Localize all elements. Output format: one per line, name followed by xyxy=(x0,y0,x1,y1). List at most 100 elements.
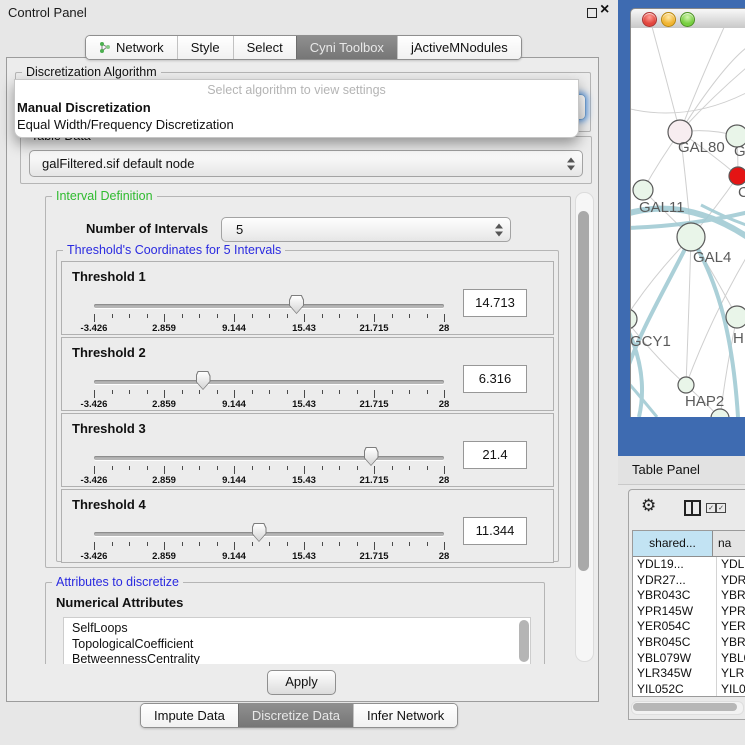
threshold-label: Threshold 3 xyxy=(72,421,146,436)
cell-shared-name[interactable]: YBL079W xyxy=(633,651,717,667)
tick-label: 9.144 xyxy=(222,475,246,486)
attributes-group: Attributes to discretize Numerical Attri… xyxy=(45,582,545,664)
tick-label: 28 xyxy=(439,475,450,486)
table-row[interactable]: YIL052CYIL0 xyxy=(633,682,745,697)
close-icon[interactable]: × xyxy=(600,1,609,19)
cell-name[interactable]: YER0 xyxy=(717,619,745,635)
threshold-value-field[interactable]: 14.713 xyxy=(463,289,527,317)
network-desktop: GAL80 GA GAL11 C GAL4 GCY1 H HAP2 xyxy=(618,0,745,456)
network-window[interactable]: GAL80 GA GAL11 C GAL4 GCY1 H HAP2 xyxy=(630,8,745,417)
table-row[interactable]: YER054CYER0 xyxy=(633,619,745,635)
horizontal-scrollbar[interactable] xyxy=(631,701,744,715)
close-traffic-light-icon[interactable] xyxy=(642,12,657,27)
cell-name[interactable]: YPR1 xyxy=(717,604,745,620)
table-row[interactable]: YDR27...YDR2 xyxy=(633,573,745,589)
cell-shared-name[interactable]: YBR043C xyxy=(633,588,717,604)
vertical-scrollbar[interactable] xyxy=(575,192,594,662)
table-row[interactable]: YLR345WYLR3 xyxy=(633,666,745,682)
tick-label: 2.859 xyxy=(152,399,176,410)
cell-shared-name[interactable]: YDR27... xyxy=(633,573,717,589)
checkbox-icon[interactable]: ✓ xyxy=(716,503,726,513)
attribute-list-item[interactable]: SelfLoops xyxy=(64,621,530,637)
slider-thumb[interactable] xyxy=(196,371,211,390)
cell-name[interactable]: YLR3 xyxy=(717,666,745,682)
cell-shared-name[interactable]: YLR345W xyxy=(633,666,717,682)
threshold-slider[interactable]: -3.4262.8599.14415.4321.71528 xyxy=(94,454,444,486)
tab-impute-data[interactable]: Impute Data xyxy=(141,704,238,727)
slider-track[interactable] xyxy=(94,380,444,384)
vertical-scrollbar-thumb[interactable] xyxy=(578,211,589,571)
table-row[interactable]: YDL19...YDL1 xyxy=(633,557,745,573)
slider-ticks xyxy=(94,390,444,399)
threshold-value-field[interactable]: 21.4 xyxy=(463,441,527,469)
cell-shared-name[interactable]: YBR045C xyxy=(633,635,717,651)
tab-jactivemnodules[interactable]: jActiveMNodules xyxy=(397,36,521,59)
tick-label: -3.426 xyxy=(81,551,108,562)
tab-cyni-toolbox[interactable]: Cyni Toolbox xyxy=(296,36,397,59)
gear-icon[interactable]: ⚙ xyxy=(641,496,656,516)
slider-thumb[interactable] xyxy=(289,295,304,314)
tick-label: -3.426 xyxy=(81,475,108,486)
table-row[interactable]: YPR145WYPR1 xyxy=(633,604,745,620)
number-of-intervals-combobox[interactable]: 5 xyxy=(221,217,511,242)
horizontal-scrollbar-thumb[interactable] xyxy=(633,703,737,711)
tab-select[interactable]: Select xyxy=(233,36,296,59)
cell-name[interactable]: YDL1 xyxy=(717,557,745,573)
checkbox-icon[interactable]: ✓ xyxy=(706,503,716,513)
algorithm-option-manual[interactable]: Manual Discretization xyxy=(17,100,578,115)
tick-label: 9.144 xyxy=(222,399,246,410)
threshold-value-field[interactable]: 6.316 xyxy=(463,365,527,393)
node-gcy1 xyxy=(631,309,637,329)
threshold-panel: Threshold 1 -3.4262.8599.14415.4321.7152… xyxy=(61,261,554,335)
cell-name[interactable]: YDR2 xyxy=(717,573,745,589)
algorithm-option-equal-width[interactable]: Equal Width/Frequency Discretization xyxy=(17,117,578,132)
attribute-list-item[interactable]: BetweennessCentrality xyxy=(64,652,530,664)
apply-button[interactable]: Apply xyxy=(267,670,336,695)
slider-track[interactable] xyxy=(94,304,444,308)
cell-shared-name[interactable]: YPR145W xyxy=(633,604,717,620)
threshold-slider[interactable]: -3.4262.8599.14415.4321.71528 xyxy=(94,378,444,410)
node-label-hap2: HAP2 xyxy=(685,393,724,410)
settings-scroll-viewport: Interval Definition Number of Intervals … xyxy=(12,190,594,664)
table-data-combobox[interactable]: galFiltered.sif default node xyxy=(29,150,583,177)
table-row[interactable]: YBR043CYBR0 xyxy=(633,588,745,604)
cell-shared-name[interactable]: YER054C xyxy=(633,619,717,635)
list-scrollbar-thumb[interactable] xyxy=(519,620,529,662)
column-header-name[interactable]: na xyxy=(713,531,745,556)
tab-discretize-data[interactable]: Discretize Data xyxy=(238,704,353,727)
threshold-slider[interactable]: -3.4262.8599.14415.4321.71528 xyxy=(94,302,444,334)
cell-shared-name[interactable]: YIL052C xyxy=(633,682,717,697)
slider-thumb[interactable] xyxy=(252,523,267,542)
columns-icon[interactable] xyxy=(684,500,701,516)
slider-thumb[interactable] xyxy=(364,447,379,466)
cell-shared-name[interactable]: YDL19... xyxy=(633,557,717,573)
threshold-slider[interactable]: -3.4262.8599.14415.4321.71528 xyxy=(94,530,444,562)
cell-name[interactable]: YBR0 xyxy=(717,588,745,604)
threshold-value-field[interactable]: 11.344 xyxy=(463,517,527,545)
table-row[interactable]: YBL079WYBL0 xyxy=(633,651,745,667)
column-header-shared-name[interactable]: shared... xyxy=(633,531,713,556)
network-graph: GAL80 GA GAL11 C GAL4 GCY1 H HAP2 xyxy=(631,28,745,417)
slider-track[interactable] xyxy=(94,456,444,460)
attribute-list-item[interactable]: TopologicalCoefficient xyxy=(64,637,530,653)
node-attribute-table: shared... na YDL19...YDL1YDR27...YDR2YBR… xyxy=(632,530,745,697)
network-window-titlebar[interactable] xyxy=(630,8,745,30)
tab-network[interactable]: Network xyxy=(86,36,177,59)
cell-name[interactable]: YIL0 xyxy=(717,682,745,697)
tab-style[interactable]: Style xyxy=(177,36,233,59)
network-canvas[interactable]: GAL80 GA GAL11 C GAL4 GCY1 H HAP2 xyxy=(630,28,745,417)
slider-ticks xyxy=(94,314,444,323)
cell-name[interactable]: YBL0 xyxy=(717,651,745,667)
tab-style-label: Style xyxy=(191,37,220,59)
float-window-icon[interactable] xyxy=(587,8,597,18)
zoom-traffic-light-icon[interactable] xyxy=(680,12,695,27)
node-gal4 xyxy=(677,223,705,251)
slider-track[interactable] xyxy=(94,532,444,536)
minimize-traffic-light-icon[interactable] xyxy=(661,12,676,27)
table-row[interactable]: YBR045CYBR0 xyxy=(633,635,745,651)
cell-name[interactable]: YBR0 xyxy=(717,635,745,651)
tick-label: 15.43 xyxy=(292,323,316,334)
numerical-attributes-list[interactable]: SelfLoopsTopologicalCoefficientBetweenne… xyxy=(63,617,531,664)
tab-infer-network[interactable]: Infer Network xyxy=(353,704,457,727)
tick-label: 2.859 xyxy=(152,551,176,562)
